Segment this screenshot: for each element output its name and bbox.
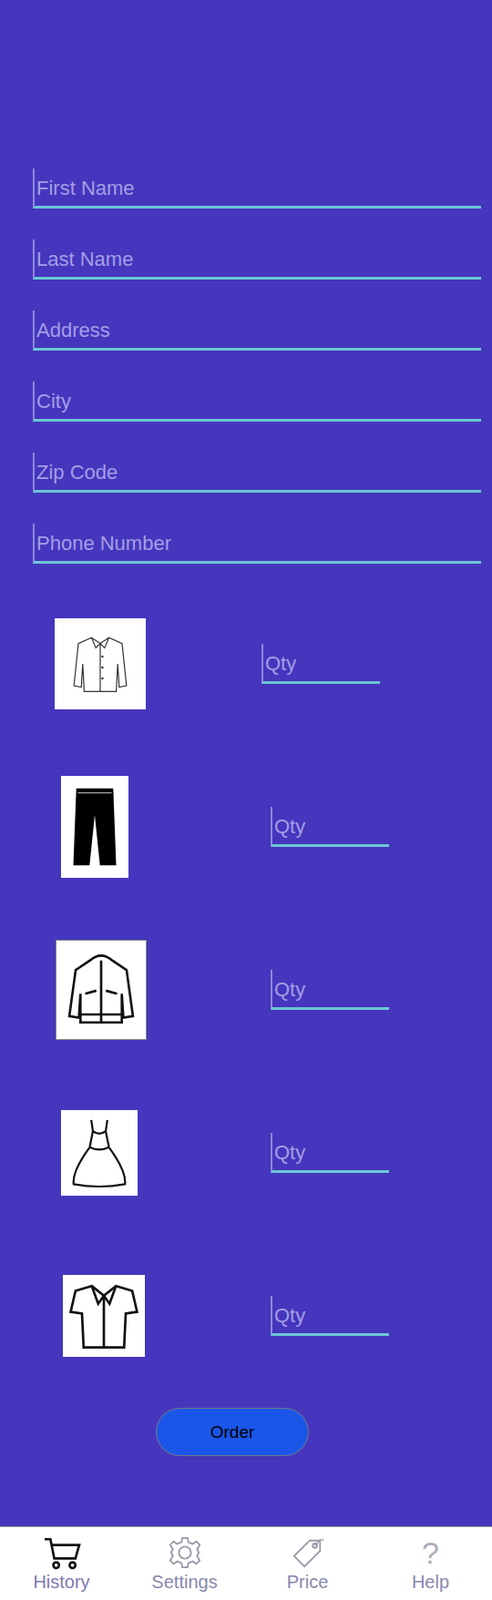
nav-label: Price [287,1572,329,1594]
gear-icon [166,1536,204,1571]
cart-icon [41,1536,82,1571]
item-row [0,1089,492,1218]
text-field[interactable] [32,239,482,280]
qty-field[interactable] [270,1296,390,1337]
blouse-icon [67,1280,141,1353]
qty-field[interactable] [261,644,380,685]
text-field[interactable] [32,523,482,564]
jacket-icon [61,946,142,1035]
text-field[interactable] [32,310,482,351]
shirt-picture [54,618,146,710]
item-row [0,1252,492,1381]
shirt-icon [63,627,137,701]
bottom-nav: History Settings Price? Help [0,1527,492,1600]
nav-item[interactable]: ? Help [369,1527,492,1600]
item-row [0,763,492,892]
help-icon: ? [421,1536,440,1571]
customer-form [0,0,492,564]
nav-label: History [32,1572,90,1594]
nav-item[interactable]: Price [246,1527,369,1600]
order-screen: Order History Settings Price? Help [0,0,492,1600]
pants-icon [67,779,123,875]
item-row [0,600,492,728]
order-button[interactable]: Order [155,1408,309,1457]
blouse-picture [62,1275,145,1358]
nav-item[interactable]: Settings [123,1527,246,1600]
qty-field[interactable] [270,807,390,848]
item-row [0,926,492,1055]
pants-picture [61,776,129,879]
nav-item[interactable]: History [0,1527,123,1600]
nav-label: Help [411,1572,450,1594]
dress-icon [65,1115,134,1192]
dress-picture [61,1110,138,1197]
jacket-picture [55,940,147,1041]
item-list [0,600,492,1381]
text-field[interactable] [32,452,482,493]
nav-label: Settings [151,1572,217,1594]
text-field[interactable] [32,381,482,422]
text-field[interactable] [32,168,482,209]
qty-field[interactable] [270,970,390,1011]
qty-field[interactable] [270,1133,390,1174]
price-tag-icon [289,1536,327,1571]
